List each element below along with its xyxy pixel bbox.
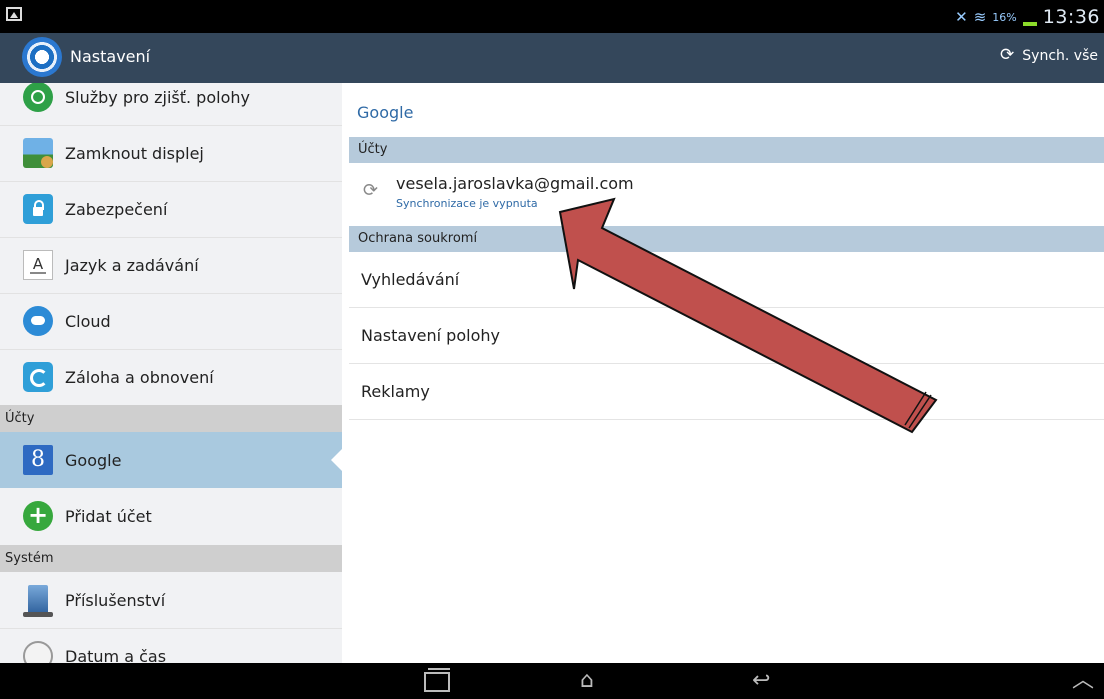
location-icon: [23, 83, 53, 112]
sidebar-item-date-time[interactable]: Datum a čas: [0, 628, 342, 663]
sidebar-item-accessories[interactable]: Příslušenství: [0, 572, 342, 629]
battery-percent: 16%: [992, 10, 1017, 24]
account-email: vesela.jaroslavka@gmail.com: [396, 174, 634, 193]
settings-gear-icon[interactable]: [22, 37, 62, 77]
sync-all-label: Synch. vše: [1022, 47, 1098, 64]
sync-all-button[interactable]: ⟳ Synch. vše: [1000, 47, 1098, 64]
sidebar-item-language-input[interactable]: A Jazyk a zadávání: [0, 237, 342, 294]
sidebar-item-label: Jazyk a zadávání: [65, 255, 199, 275]
recent-apps-button[interactable]: [424, 668, 450, 692]
sidebar-item-google[interactable]: 8 Google: [0, 432, 342, 488]
sidebar-header-system: Systém: [0, 545, 342, 572]
privacy-item-label: Vyhledávání: [361, 270, 460, 289]
sidebar-item-label: Cloud: [65, 311, 111, 331]
backup-restore-icon: [23, 362, 53, 392]
padlock-icon: [23, 194, 53, 224]
sync-status-text: Synchronizace je vypnuta: [396, 197, 538, 210]
navigation-bar: ⌂ ↩ ︿: [0, 663, 1104, 699]
home-button[interactable]: ⌂: [580, 667, 594, 695]
expand-up-button[interactable]: ︿: [1072, 667, 1094, 695]
clock-time: 13:36: [1042, 6, 1100, 28]
status-bar: ✕ ≋ 16% 13:36: [0, 0, 1104, 33]
status-indicators: ✕ ≋ 16% 13:36: [955, 3, 1100, 31]
wifi-icon: ≋: [973, 8, 987, 26]
sidebar-item-label: Datum a čas: [65, 646, 167, 664]
sidebar-item-security[interactable]: Zabezpečení: [0, 181, 342, 238]
sidebar-item-label: Služby pro zjišť. polohy: [65, 87, 250, 107]
accessory-icon: [23, 585, 53, 617]
sidebar-item-lock-screen[interactable]: Zamknout displej: [0, 125, 342, 182]
section-header-privacy: Ochrana soukromí: [349, 226, 1104, 252]
privacy-item-label: Reklamy: [361, 382, 430, 401]
sidebar-item-label: Google: [65, 450, 122, 470]
back-button[interactable]: ↩: [752, 667, 770, 695]
sidebar-item-label: Zabezpečení: [65, 199, 168, 219]
battery-icon: [1022, 8, 1037, 26]
sidebar-header-accounts: Účty: [0, 405, 342, 432]
cloud-icon: [23, 306, 53, 336]
sidebar-item-location-services[interactable]: Služby pro zjišť. polohy: [0, 83, 342, 126]
sidebar-item-label: Příslušenství: [65, 590, 166, 610]
sidebar-item-label: Zamknout displej: [65, 143, 204, 163]
privacy-item-search[interactable]: Vyhledávání: [349, 252, 1104, 308]
sidebar-item-label: Záloha a obnovení: [65, 367, 214, 387]
add-icon: +: [23, 501, 53, 531]
settings-sidebar[interactable]: Služby pro zjišť. polohy Zamknout disple…: [0, 83, 343, 663]
google-account-row[interactable]: ⟳ vesela.jaroslavka@gmail.com Synchroniz…: [349, 158, 1104, 224]
sidebar-item-backup-restore[interactable]: Záloha a obnovení: [0, 349, 342, 405]
keyboard-language-icon: A: [23, 250, 53, 280]
app-title: Nastavení: [70, 47, 151, 66]
sidebar-item-label: Přidat účet: [65, 506, 152, 526]
google-icon: 8: [23, 445, 53, 475]
clock-icon: [23, 641, 53, 663]
sidebar-item-add-account[interactable]: + Přidat účet: [0, 488, 342, 544]
privacy-item-label: Nastavení polohy: [361, 326, 500, 345]
google-settings-panel: Google Účty ⟳ vesela.jaroslavka@gmail.co…: [342, 83, 1104, 663]
lock-screen-icon: [23, 138, 53, 168]
action-bar: Nastavení ⟳ Synch. vše: [0, 33, 1104, 83]
privacy-item-ads[interactable]: Reklamy: [349, 364, 1104, 420]
privacy-item-location-settings[interactable]: Nastavení polohy: [349, 308, 1104, 364]
sync-status-icon: ⟳: [363, 180, 379, 201]
sidebar-item-cloud[interactable]: Cloud: [0, 293, 342, 350]
mute-icon: ✕: [955, 8, 968, 26]
page-title: Google: [357, 103, 414, 122]
gallery-notification-icon: [6, 7, 22, 21]
sync-icon: ⟳: [1000, 45, 1015, 65]
